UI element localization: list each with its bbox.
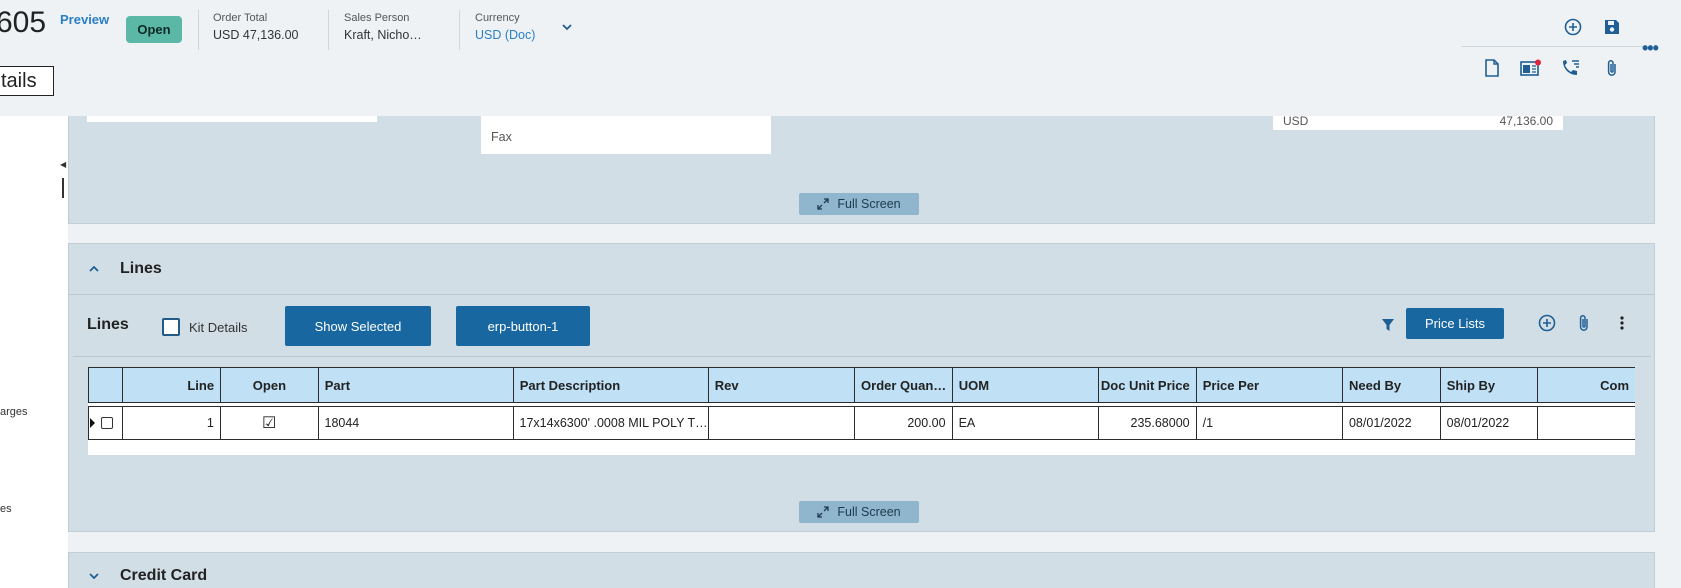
toolbar-divider (1461, 46, 1651, 47)
column-header-line[interactable]: Line (122, 367, 221, 403)
order-total-label: Order Total (213, 12, 268, 24)
sales-person-value: Kraft, Nicho… (344, 28, 422, 42)
more-options-icon[interactable]: ••• (1642, 38, 1659, 59)
expand-icon (817, 198, 830, 210)
column-header-order-quantity[interactable]: Order Quan… (854, 367, 952, 403)
address-card (87, 116, 377, 122)
lines-grid: Line Open Part Part Description Rev Orde… (88, 367, 1635, 455)
sales-person: Sales Person Kraft, Nicho… (344, 12, 422, 42)
cell-part-description[interactable]: 17x14x6300' .0008 MIL POLY T… (512, 406, 708, 440)
lines-section-header[interactable]: Lines (69, 244, 1654, 295)
column-header-part-description[interactable]: Part Description (512, 367, 708, 403)
cell-part[interactable]: 18044 (317, 406, 513, 440)
lines-more-icon[interactable] (1611, 312, 1633, 334)
preview-link[interactable]: Preview (60, 12, 109, 27)
column-header-price-per[interactable]: Price Per (1195, 367, 1343, 403)
details-tab[interactable]: tails (0, 66, 54, 96)
currency: Currency USD (Doc) (475, 12, 535, 42)
collapse-caret-icon[interactable]: ◀ (60, 160, 66, 169)
header-divider (328, 10, 329, 50)
lines-full-screen-button[interactable]: Full Screen (799, 501, 919, 523)
fax-label: Fax (491, 130, 512, 144)
attachment-icon[interactable] (1601, 57, 1623, 79)
expand-icon (817, 506, 830, 518)
status-badge: Open (126, 16, 182, 43)
credit-card-section-title: Credit Card (120, 567, 208, 584)
lines-full-screen-label: Full Screen (837, 505, 901, 519)
column-header-comment[interactable]: Com (1537, 367, 1635, 403)
chevron-down-icon[interactable] (87, 569, 101, 583)
cell-ship-by[interactable]: 08/01/2022 (1439, 406, 1538, 440)
cell-rev[interactable] (707, 406, 854, 440)
filter-icon[interactable] (1381, 317, 1395, 333)
chevron-up-icon[interactable] (87, 262, 101, 276)
row-selector[interactable] (88, 406, 123, 440)
chevron-down-icon[interactable] (560, 20, 574, 34)
cell-line[interactable]: 1 (122, 406, 220, 440)
show-selected-button[interactable]: Show Selected (285, 306, 431, 346)
save-icon[interactable] (1601, 16, 1623, 38)
contact-card: Fax (481, 116, 771, 154)
totals-currency: USD (1283, 114, 1309, 128)
table-row[interactable]: 1 ☑ 18044 17x14x6300' .0008 MIL POLY T… … (88, 406, 1635, 440)
order-total: Order Total USD 47,136.00 (213, 12, 298, 42)
header-divider (198, 10, 199, 50)
kit-details-checkbox[interactable] (162, 318, 180, 336)
column-header-part[interactable]: Part (317, 367, 513, 403)
totals-card: USD 47,136.00 (1273, 114, 1563, 130)
column-header-need-by[interactable]: Need By (1342, 367, 1440, 403)
address-panel: Fax USD 47,136.00 Full Screen (68, 114, 1655, 224)
totals-value: 47,136.00 (1499, 114, 1553, 128)
price-lists-button[interactable]: Price Lists (1406, 308, 1504, 339)
column-header-doc-unit-price[interactable]: Doc Unit Price (1098, 367, 1196, 403)
full-screen-label: Full Screen (837, 197, 901, 211)
currency-label: Currency (475, 12, 520, 24)
cell-uom[interactable]: EA (951, 406, 1098, 440)
nav-item-es[interactable]: es (0, 503, 12, 515)
cell-price-per[interactable]: /1 (1195, 406, 1342, 440)
cell-doc-unit-price[interactable]: 235.68000 (1097, 406, 1196, 440)
add-line-icon[interactable] (1536, 312, 1558, 334)
order-number: 605 (0, 6, 47, 39)
rail-resize-handle[interactable] (62, 178, 64, 198)
cell-open-checkbox[interactable]: ☑ (219, 406, 318, 440)
row-checkbox[interactable] (101, 417, 113, 429)
lines-attachment-icon[interactable] (1573, 312, 1595, 334)
call-log-icon[interactable] (1560, 57, 1582, 79)
credit-card-panel[interactable]: Credit Card (68, 552, 1655, 588)
lines-panel: Lines Lines Kit Details Show Selected er… (68, 243, 1655, 532)
column-header-open[interactable]: Open (220, 367, 318, 403)
left-navigation: arges es (0, 116, 68, 588)
currency-value[interactable]: USD (Doc) (475, 28, 535, 42)
column-header-uom[interactable]: UOM (951, 367, 1099, 403)
header-divider (459, 10, 460, 50)
select-all-header[interactable] (88, 367, 123, 403)
document-icon[interactable] (1481, 57, 1503, 79)
nav-item-charges[interactable]: arges (0, 406, 28, 418)
cell-order-quantity[interactable]: 200.00 (853, 406, 952, 440)
cell-comment[interactable] (1537, 406, 1635, 440)
grid-divider (73, 356, 1651, 357)
current-row-indicator (90, 418, 95, 428)
sales-person-label: Sales Person (344, 12, 410, 24)
grid-header-row: Line Open Part Part Description Rev Orde… (88, 367, 1635, 403)
cell-need-by[interactable]: 08/01/2022 (1341, 406, 1440, 440)
lines-grid-title: Lines (87, 316, 129, 333)
kit-details-label: Kit Details (189, 320, 248, 335)
erp-button-1[interactable]: erp-button-1 (456, 306, 590, 346)
column-header-ship-by[interactable]: Ship By (1439, 367, 1538, 403)
full-screen-button[interactable]: Full Screen (799, 193, 919, 215)
page-header: 605 Preview Open Order Total USD 47,136.… (0, 0, 1681, 116)
notifications-icon[interactable] (1520, 57, 1542, 79)
order-total-value: USD 47,136.00 (213, 28, 299, 42)
column-header-rev[interactable]: Rev (707, 367, 855, 403)
lines-section-title: Lines (120, 260, 162, 277)
add-icon[interactable] (1562, 16, 1584, 38)
